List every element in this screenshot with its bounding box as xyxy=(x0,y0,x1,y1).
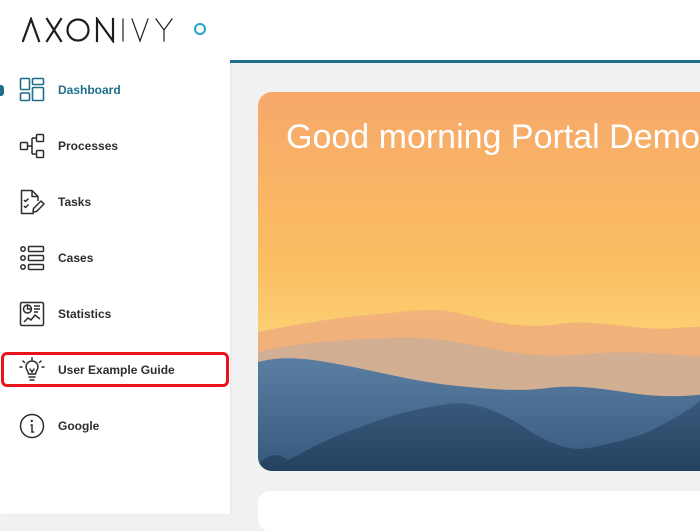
sidebar-item-label: Tasks xyxy=(58,195,92,209)
sidebar-item-label: User Example Guide xyxy=(58,363,175,377)
processes-icon xyxy=(19,133,45,159)
dashboard-icon xyxy=(19,77,45,102)
lightbulb-icon xyxy=(19,357,45,381)
sidebar-item-label: Statistics xyxy=(58,307,112,321)
tasks-icon xyxy=(20,189,45,215)
active-indicator xyxy=(0,85,4,96)
status-ring-icon xyxy=(194,23,206,35)
info-icon xyxy=(19,413,45,439)
sidebar-item-tasks[interactable]: Tasks xyxy=(0,184,230,220)
cases-icon xyxy=(20,245,45,271)
logo-wordmark-icon xyxy=(22,17,173,43)
dashboard-card xyxy=(258,491,700,531)
sidebar-item-label: Dashboard xyxy=(58,83,121,97)
sidebar-item-label: Google xyxy=(58,419,100,433)
statistics-icon xyxy=(19,301,45,327)
sidebar-item-dashboard[interactable]: Dashboard xyxy=(0,72,230,108)
sidebar-item-processes[interactable]: Processes xyxy=(0,128,230,164)
welcome-banner: Good morning Portal Demo xyxy=(258,92,700,471)
axonivy-logo[interactable] xyxy=(22,17,178,43)
sidebar-item-statistics[interactable]: Statistics xyxy=(0,296,230,332)
sidebar-item-cases[interactable]: Cases xyxy=(0,240,230,276)
sidebar-item-label: Processes xyxy=(58,139,119,153)
greeting-text: Good morning Portal Demo xyxy=(286,118,700,156)
sidebar-item-label: Cases xyxy=(58,251,94,265)
top-bar xyxy=(230,0,700,63)
sidebar-item-user-example-guide[interactable]: User Example Guide xyxy=(0,352,230,388)
sidebar-item-google[interactable]: Google xyxy=(0,408,230,444)
sidebar: Dashboard Processes Tasks Cases Statisti… xyxy=(0,0,230,514)
